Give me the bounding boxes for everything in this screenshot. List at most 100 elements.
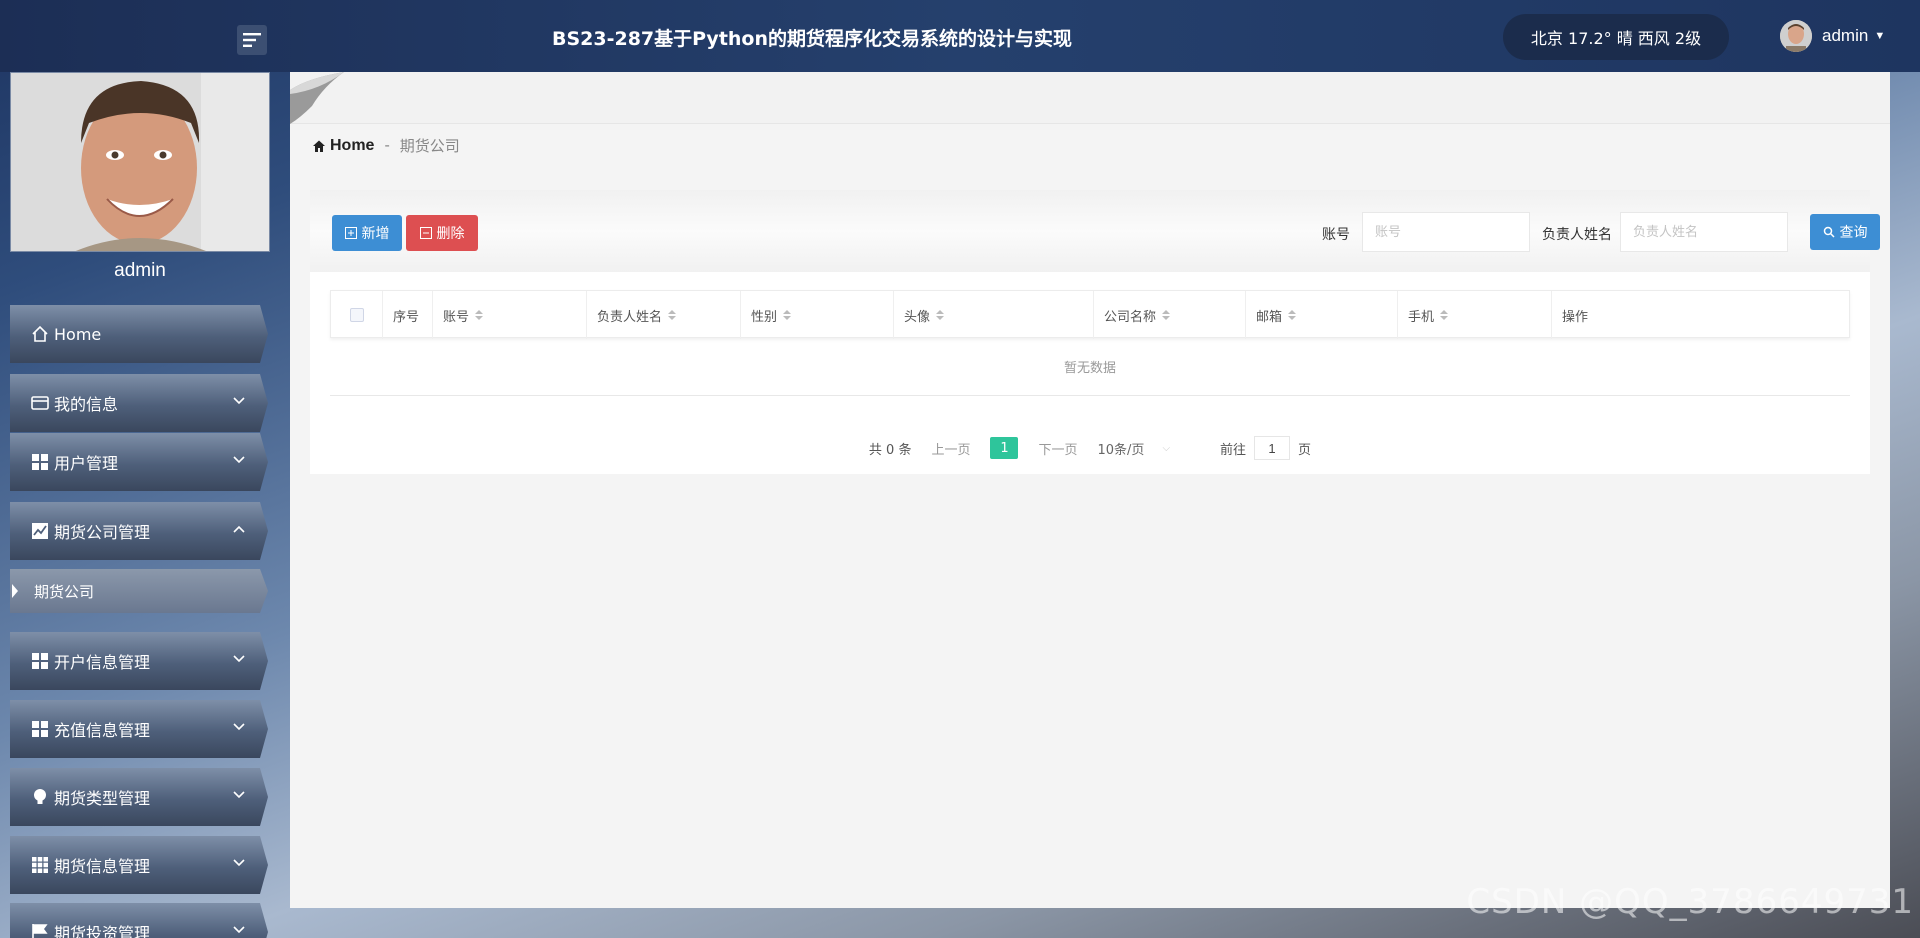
chevron-down-icon [233,926,245,934]
chevron-down-icon [233,397,245,405]
sidebar-item-account-opening-management[interactable]: 开户信息管理 [10,632,268,690]
chevron-down-icon [233,655,245,663]
breadcrumb-separator: - [384,136,390,154]
user-menu[interactable]: admin ▼ [1780,20,1885,52]
hamburger-icon [243,33,261,47]
weather-widget: 北京 17.2° 晴 西风 2级 [1503,14,1729,60]
column-header[interactable]: 性别 [741,291,894,339]
pagination-total: 共 0 条 [868,442,912,458]
content-card: 新增 删除 账号 负责人姓名 查询 序号 [310,190,1880,474]
main-panel: Home - 期货公司 新增 删除 账号 负责人姓名 查询 [290,72,1890,908]
breadcrumb: Home - 期货公司 [312,135,460,156]
manager-name-search-input[interactable] [1620,212,1788,252]
account-search-input[interactable] [1362,212,1530,252]
page-jump-input[interactable] [1254,436,1291,460]
profile-photo [10,72,270,252]
manager-name-search-label: 负责人姓名 [1542,227,1612,243]
chevron-down-icon [233,791,245,799]
sidebar-item-my-info[interactable]: 我的信息 [10,374,268,432]
sidebar-subitem-futures-company[interactable]: 期货公司 [10,569,268,613]
sidebar: admin Home 我的信息 用户管理 期货公司管理 期货公司 开户信息管理 … [0,72,280,938]
sort-icon[interactable] [1288,310,1297,320]
grid-icon [30,651,50,671]
app-title: BS23-287基于Python的期货程序化交易系统的设计与实现 [552,28,1073,50]
username-label: admin [1822,26,1869,45]
sidebar-item-label: 我的信息 [54,395,119,414]
sidebar-item-label: 期货投资管理 [54,924,151,938]
sort-icon[interactable] [783,310,792,320]
page-jump-suffix: 页 [1298,442,1312,458]
plus-square-icon [344,227,357,239]
column-header[interactable]: 手机 [1398,291,1552,339]
page-jump-label: 前往 [1220,442,1247,458]
bulb-icon [30,787,50,807]
sidebar-item-futures-company-management[interactable]: 期货公司管理 [10,502,268,560]
sidebar-item-recharge-management[interactable]: 充值信息管理 [10,700,268,758]
home-icon [30,324,50,344]
watermark: CSDN @QQ_3786649731 [1466,882,1914,922]
sidebar-subitem-label: 期货公司 [34,582,95,601]
sort-icon[interactable] [936,310,945,320]
sidebar-item-futures-info-management[interactable]: 期货信息管理 [10,836,268,894]
main-top-bar [290,72,1890,124]
breadcrumb-current: 期货公司 [399,137,460,155]
page-jump: 前往 页 [1220,436,1311,460]
page-size-select[interactable]: 10条/页 ⌵ [1098,439,1171,458]
page-size-value: 10条/页 [1097,442,1145,458]
empty-state: 暂无数据 [330,338,1850,396]
sidebar-item-label: 期货信息管理 [54,857,151,876]
chevron-down-icon [233,456,245,464]
top-header: BS23-287基于Python的期货程序化交易系统的设计与实现 北京 17.2… [0,0,1920,72]
sort-icon[interactable] [1162,310,1171,320]
chevron-down-icon [233,723,245,731]
add-button[interactable]: 新增 [332,215,402,251]
caret-down-icon: ▼ [1874,30,1886,42]
breadcrumb-home-label: Home [330,136,375,154]
sidebar-item-futures-type-management[interactable]: 期货类型管理 [10,768,268,826]
avatar [1780,20,1812,52]
add-button-label: 新增 [361,226,390,242]
profile-name: admin [114,260,166,281]
chart-icon [30,521,50,541]
sidebar-item-label: 用户管理 [54,454,119,473]
sidebar-item-label: 开户信息管理 [54,653,151,672]
toolbar: 新增 删除 账号 负责人姓名 查询 [310,190,1880,272]
id-card-icon [30,393,50,413]
sort-icon[interactable] [475,310,484,320]
column-header[interactable]: 负责人姓名 [587,291,741,339]
breadcrumb-home[interactable]: Home [312,137,374,155]
chevron-up-icon [233,525,245,533]
apps-icon [30,855,50,875]
grid-icon [30,452,50,472]
next-page-button[interactable]: 下一页 [1038,439,1077,458]
sort-icon[interactable] [668,310,677,320]
account-search-label: 账号 [1322,227,1350,243]
delete-button[interactable]: 删除 [406,215,478,251]
prev-page-button[interactable]: 上一页 [931,439,970,458]
sidebar-item-label: 期货公司管理 [54,523,151,542]
sidebar-item-label: 期货类型管理 [54,789,151,808]
search-icon [1823,226,1835,238]
select-all-checkbox[interactable] [349,308,364,322]
column-header[interactable]: 账号 [433,291,587,339]
sidebar-item-futures-investment-management[interactable]: 期货投资管理 [10,903,268,938]
select-all-cell [331,291,383,339]
sidebar-item-user-management[interactable]: 用户管理 [10,433,268,491]
page-number-current[interactable]: 1 [990,437,1019,459]
column-header[interactable]: 头像 [894,291,1094,339]
data-table: 序号 账号 负责人姓名 性别 头像 公司名称 邮箱 手机 操作 暂无数据 [330,290,1850,396]
sort-icon[interactable] [1440,310,1449,320]
page-curl-decoration [290,72,344,124]
sidebar-item-home[interactable]: Home [10,305,268,363]
column-header[interactable]: 邮箱 [1246,291,1398,339]
search-button[interactable]: 查询 [1810,214,1880,250]
flag-icon [30,922,50,938]
column-header[interactable]: 公司名称 [1094,291,1246,339]
minus-square-icon [419,227,432,239]
sidebar-item-label: 充值信息管理 [54,721,151,740]
menu-toggle-button[interactable] [237,25,267,55]
pagination: 共 0 条 上一页 1 下一页 10条/页 ⌵ 前往 页 [310,436,1870,460]
column-header: 序号 [383,291,433,339]
delete-button-label: 删除 [436,226,465,242]
sidebar-item-label: Home [54,324,102,344]
